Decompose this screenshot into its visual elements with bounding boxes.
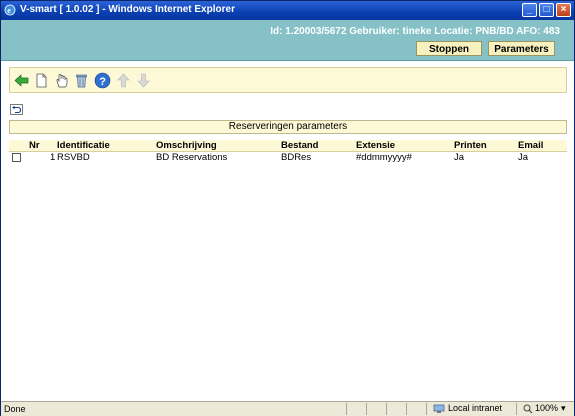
hand-select-icon[interactable] [53,72,70,89]
zoom-pane[interactable]: 100% ▾ [516,403,574,415]
row-checkbox[interactable] [12,153,21,162]
parameters-button[interactable]: Parameters [488,41,555,56]
new-document-icon[interactable] [33,72,50,89]
browser-window: e V-smart [ 1.0.02 ] - Windows Internet … [0,0,575,416]
status-pane-1 [346,403,366,415]
cell-bestand: BDRes [281,152,312,163]
trash-icon[interactable] [73,72,90,89]
undo-button[interactable] [10,104,23,115]
zone-pane: Local intranet [426,403,516,415]
ie-logo-icon: e [4,4,16,16]
status-pane-4 [406,403,426,415]
close-button[interactable]: × [556,3,571,17]
window-title: V-smart [ 1.0.02 ] - Windows Internet Ex… [20,4,235,15]
title-bar: e V-smart [ 1.0.02 ] - Windows Internet … [1,1,574,20]
stoppen-button[interactable]: Stoppen [416,41,482,56]
cell-omschrijving: BD Reservations [156,152,228,163]
toolbar: ? [9,67,567,93]
maximize-button[interactable]: □ [539,3,554,17]
zoom-icon [523,404,533,414]
status-bar: Done Local intranet 100% ▾ [1,401,574,416]
col-nr[interactable]: Nr [29,140,40,152]
col-identificatie[interactable]: Identificatie [57,140,110,152]
cell-identificatie: RSVBD [57,152,90,163]
svg-text:?: ? [99,76,106,88]
col-email[interactable]: Email [518,140,543,152]
svg-text:e: e [7,6,11,15]
session-info: Id: 1.20003/5672 Gebruiker: tineke Locat… [270,26,560,37]
col-bestand[interactable]: Bestand [281,140,318,152]
status-text: Done [4,404,26,414]
back-arrow-icon[interactable] [13,72,30,89]
app-header: Id: 1.20003/5672 Gebruiker: tineke Locat… [1,20,574,61]
status-pane-3 [386,403,406,415]
minimize-button[interactable]: _ [522,3,537,17]
table-row[interactable]: 1 RSVBD BD Reservations BDRes #ddmmyyyy#… [9,152,567,164]
col-printen[interactable]: Printen [454,140,487,152]
page-caption: Reserveringen parameters [9,120,567,134]
col-extensie[interactable]: Extensie [356,140,395,152]
status-pane-2 [366,403,386,415]
up-arrow-icon[interactable] [115,72,132,89]
zoom-dropdown-icon[interactable]: ▾ [561,402,566,414]
help-icon[interactable]: ? [94,72,111,89]
zoom-level: 100% [535,403,559,413]
undo-icon [12,105,22,114]
cell-email: Ja [518,152,529,163]
down-arrow-icon[interactable] [135,72,152,89]
cell-printen: Ja [454,152,465,163]
col-omschrijving[interactable]: Omschrijving [156,140,217,152]
intranet-icon [433,404,445,413]
cell-extensie: #ddmmyyyy# [356,152,412,163]
zone-label: Local intranet [448,403,503,413]
cell-nr: 1 [50,152,56,163]
table-header: Nr Identificatie Omschrijving Bestand Ex… [9,140,567,152]
